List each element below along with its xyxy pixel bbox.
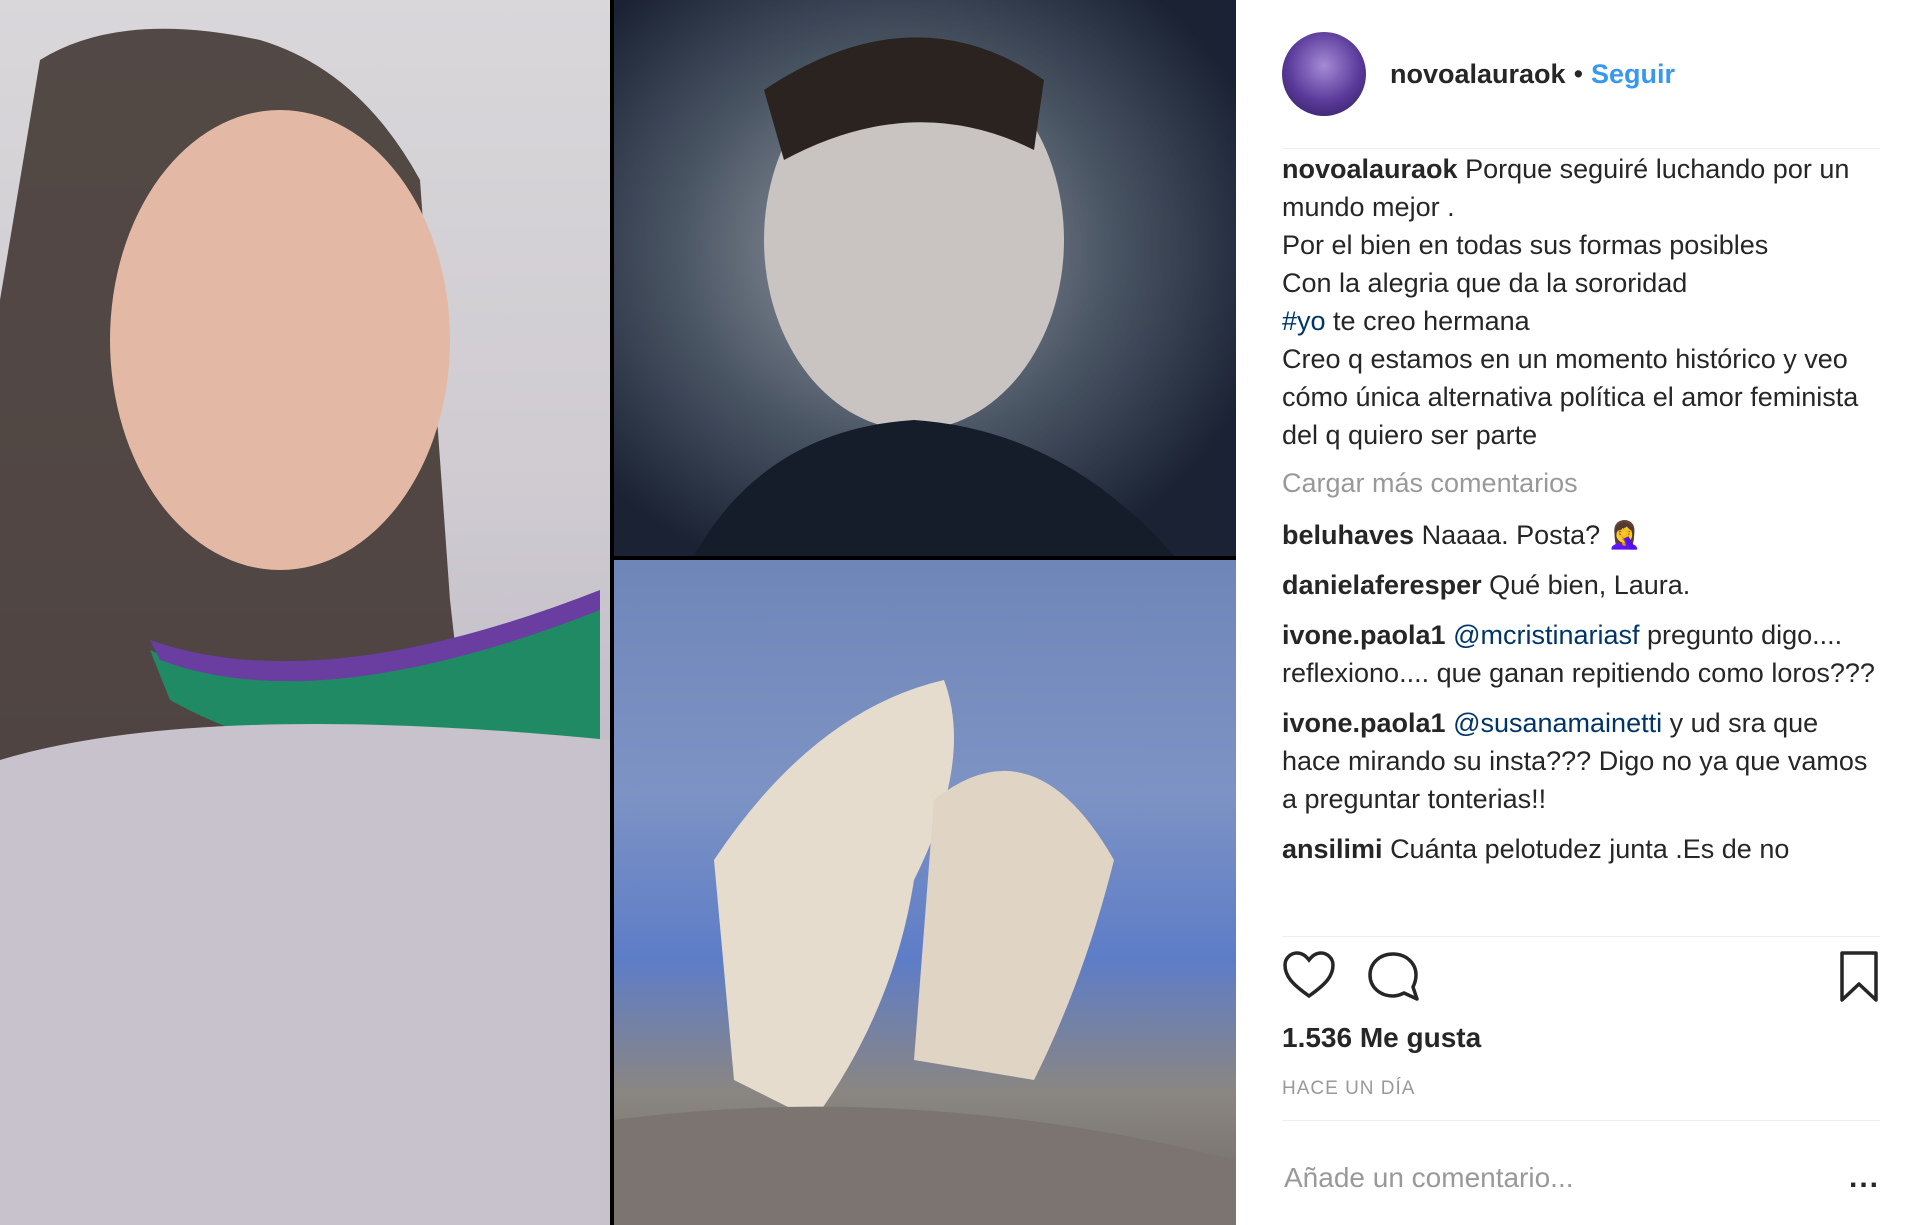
heart-icon[interactable] <box>1282 950 1336 1005</box>
comment-bubble-icon[interactable] <box>1366 950 1420 1007</box>
comment-text: Cuánta pelotudez junta .Es de no <box>1390 834 1790 864</box>
add-comment-input[interactable] <box>1282 1161 1849 1195</box>
comment-text: Qué bien, Laura. <box>1489 570 1691 600</box>
comment-box-divider <box>1282 1120 1880 1121</box>
add-comment-bar: ... <box>1282 1150 1880 1206</box>
photo-woman-green-scarf <box>0 0 610 1225</box>
comment-item: danielaferesper Qué bien, Laura. <box>1282 566 1880 604</box>
photo-painting-running-women <box>614 560 1236 1225</box>
comment-text: Naaaa. Posta? 🤦‍♀️ <box>1421 520 1642 550</box>
comment-mention[interactable]: @susanamainetti <box>1453 708 1662 738</box>
post-media[interactable] <box>0 0 1236 1225</box>
photo-tv-interview <box>614 0 1236 556</box>
comment-item: beluhaves Naaaa. Posta? 🤦‍♀️ <box>1282 516 1880 554</box>
comment-mention[interactable]: @mcristinariasf <box>1453 620 1639 650</box>
comment-username[interactable]: ivone.paola1 <box>1282 708 1446 738</box>
comment-item: ivone.paola1 @susanamainetti y ud sra qu… <box>1282 704 1880 818</box>
caption-line-4: #yo te creo hermana <box>1282 302 1880 340</box>
actions-divider <box>1282 936 1880 937</box>
header-divider <box>1282 148 1880 149</box>
comment-username[interactable]: beluhaves <box>1282 520 1414 550</box>
hashtag-link[interactable]: #yo <box>1282 306 1326 336</box>
post-timestamp[interactable]: HACE UN DÍA <box>1282 1078 1415 1100</box>
comment-username[interactable]: ivone.paola1 <box>1282 620 1446 650</box>
caption-line-5: Creo q estamos en un momento histórico y… <box>1282 344 1859 450</box>
caption-username[interactable]: novoalauraok <box>1282 154 1458 184</box>
bookmark-icon[interactable] <box>1838 950 1880 1009</box>
likes-count[interactable]: 1.536 Me gusta <box>1282 1022 1481 1054</box>
caption-first-line: novoalauraok Porque seguiré luchando por… <box>1282 150 1880 226</box>
avatar[interactable] <box>1282 32 1366 116</box>
caption-line-3: Con la alegria que da la sororidad <box>1282 268 1688 298</box>
caption-line-4-text: te creo hermana <box>1325 306 1530 336</box>
more-options-icon[interactable]: ... <box>1849 1161 1880 1195</box>
header-username[interactable]: novoalauraok <box>1390 59 1566 90</box>
post-sidebar: novoalauraok • Seguir novoalauraok Porqu… <box>1236 0 1920 1225</box>
post-header: novoalauraok • Seguir <box>1282 26 1880 122</box>
comment-username[interactable]: danielaferesper <box>1282 570 1482 600</box>
separator-dot: • <box>1573 58 1584 89</box>
post-caption: novoalauraok Porque seguiré luchando por… <box>1282 150 1880 454</box>
post-actions <box>1282 950 1880 1010</box>
comment-item: ivone.paola1 @mcristinariasf pregunto di… <box>1282 616 1880 692</box>
caption-line-2: Por el bien en todas sus formas posibles <box>1282 230 1769 260</box>
follow-button[interactable]: Seguir <box>1591 59 1675 90</box>
load-more-comments-button[interactable]: Cargar más comentarios <box>1282 464 1880 502</box>
comment-username[interactable]: ansilimi <box>1282 834 1383 864</box>
comment-item: ansilimi Cuánta pelotudez junta .Es de n… <box>1282 830 1880 868</box>
comments-list[interactable]: novoalauraok Porque seguiré luchando por… <box>1282 150 1880 930</box>
